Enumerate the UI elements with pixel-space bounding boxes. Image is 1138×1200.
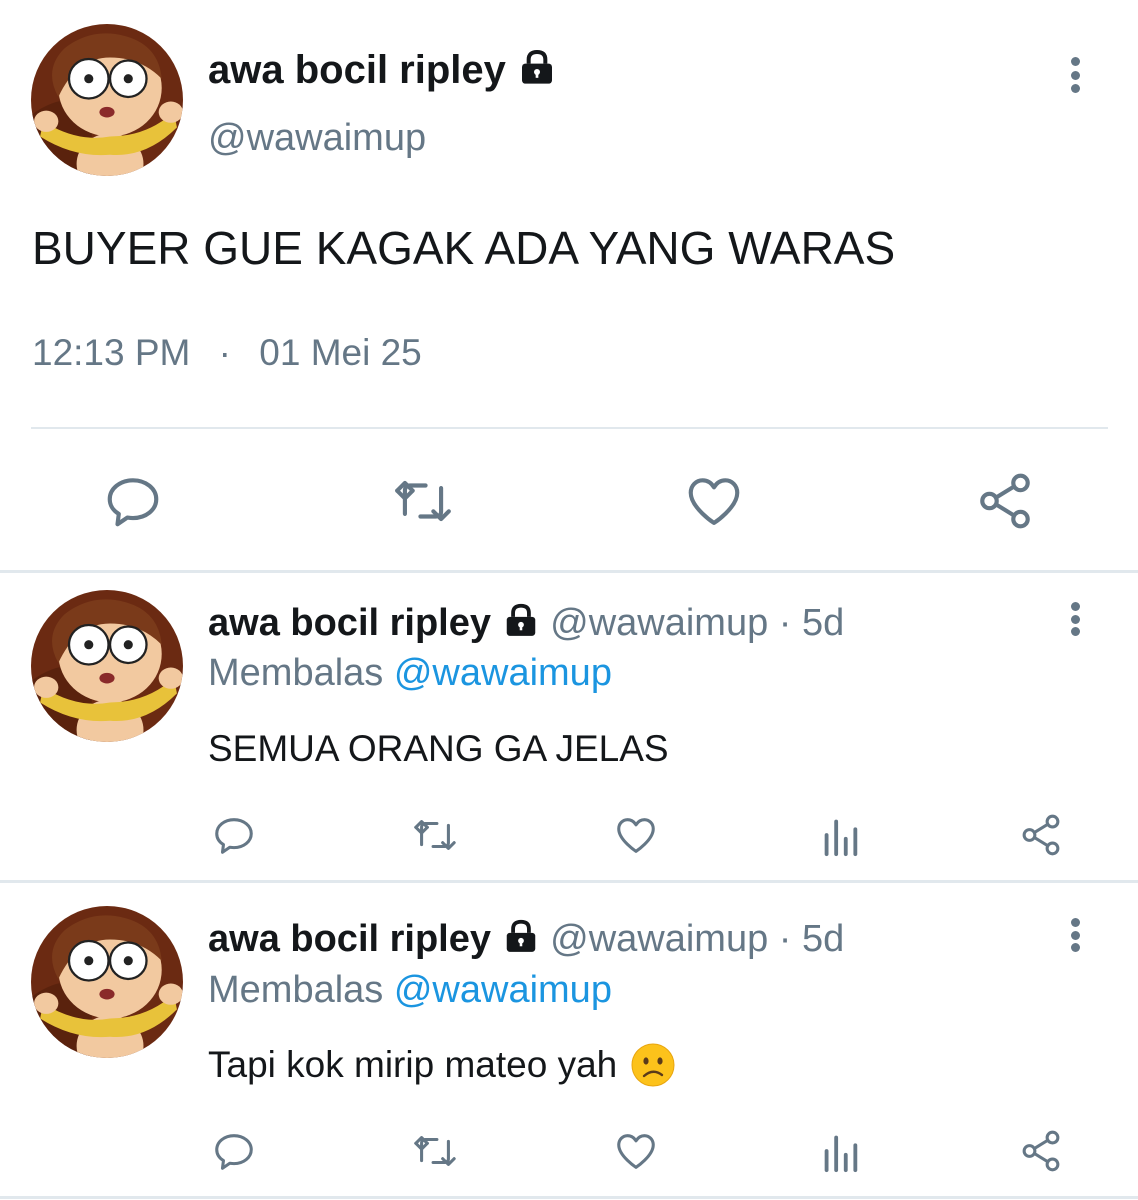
- replying-to: Membalas @wawaimup: [208, 649, 612, 697]
- reply-age: · 5d: [778, 602, 845, 644]
- divider: [0, 1196, 1138, 1199]
- divider: [31, 427, 1108, 429]
- more-options-icon[interactable]: [1068, 57, 1082, 93]
- display-name[interactable]: awa bocil ripley: [208, 918, 491, 960]
- display-name[interactable]: awa bocil ripley: [208, 602, 491, 644]
- reply-icon[interactable]: [211, 812, 257, 858]
- reply-icon[interactable]: [102, 470, 164, 532]
- avatar[interactable]: [31, 906, 183, 1058]
- reply-header: awa bocil ripley @wawaimup · 5d: [208, 914, 844, 964]
- display-name-text: awa bocil ripley: [208, 48, 506, 92]
- slightly-frowning-face-icon: [631, 1043, 675, 1087]
- more-options-icon[interactable]: [1068, 602, 1082, 636]
- reply-text: Tapi kok mirip mateo yah: [208, 1044, 618, 1085]
- share-icon[interactable]: [1018, 1128, 1064, 1174]
- retweet-icon[interactable]: [412, 1128, 458, 1174]
- lock-icon: [502, 601, 540, 639]
- replying-to-handle-link[interactable]: @wawaimup: [394, 652, 612, 694]
- divider: [0, 880, 1138, 883]
- share-icon[interactable]: [974, 470, 1036, 532]
- tweet-text: BUYER GUE KAGAK ADA YANG WARAS: [32, 222, 896, 274]
- replying-to: Membalas @wawaimup: [208, 966, 612, 1014]
- handle[interactable]: @wawaimup: [550, 602, 768, 644]
- analytics-icon[interactable]: [817, 812, 863, 858]
- reply-icon[interactable]: [211, 1128, 257, 1174]
- reply-header: awa bocil ripley @wawaimup · 5d: [208, 598, 844, 648]
- divider: [0, 570, 1138, 573]
- handle[interactable]: @wawaimup: [550, 918, 768, 960]
- tweet-timestamp[interactable]: 12:13 PM · 01 Mei 25: [32, 330, 422, 376]
- like-icon[interactable]: [613, 812, 659, 858]
- display-name[interactable]: awa bocil ripley: [208, 44, 557, 96]
- more-options-icon[interactable]: [1068, 918, 1082, 952]
- reply-text-row: Tapi kok mirip mateo yah: [208, 1042, 675, 1088]
- tweet-time: 12:13 PM: [32, 332, 191, 373]
- share-icon[interactable]: [1018, 812, 1064, 858]
- replying-to-handle-link[interactable]: @wawaimup: [394, 969, 612, 1011]
- avatar[interactable]: [31, 590, 183, 742]
- replying-to-label: Membalas: [208, 652, 384, 694]
- retweet-icon[interactable]: [392, 470, 454, 532]
- replying-to-label: Membalas: [208, 969, 384, 1011]
- lock-icon: [502, 917, 540, 955]
- reply-text: SEMUA ORANG GA JELAS: [208, 728, 669, 769]
- analytics-icon[interactable]: [817, 1128, 863, 1174]
- tweet-date: 01 Mei 25: [259, 332, 422, 373]
- avatar[interactable]: [31, 24, 183, 176]
- lock-icon: [517, 47, 557, 87]
- retweet-icon[interactable]: [412, 812, 458, 858]
- like-icon[interactable]: [613, 1128, 659, 1174]
- like-icon[interactable]: [683, 470, 745, 532]
- reply-age: · 5d: [778, 918, 845, 960]
- timestamp-separator: ·: [218, 332, 231, 373]
- handle[interactable]: @wawaimup: [208, 114, 426, 162]
